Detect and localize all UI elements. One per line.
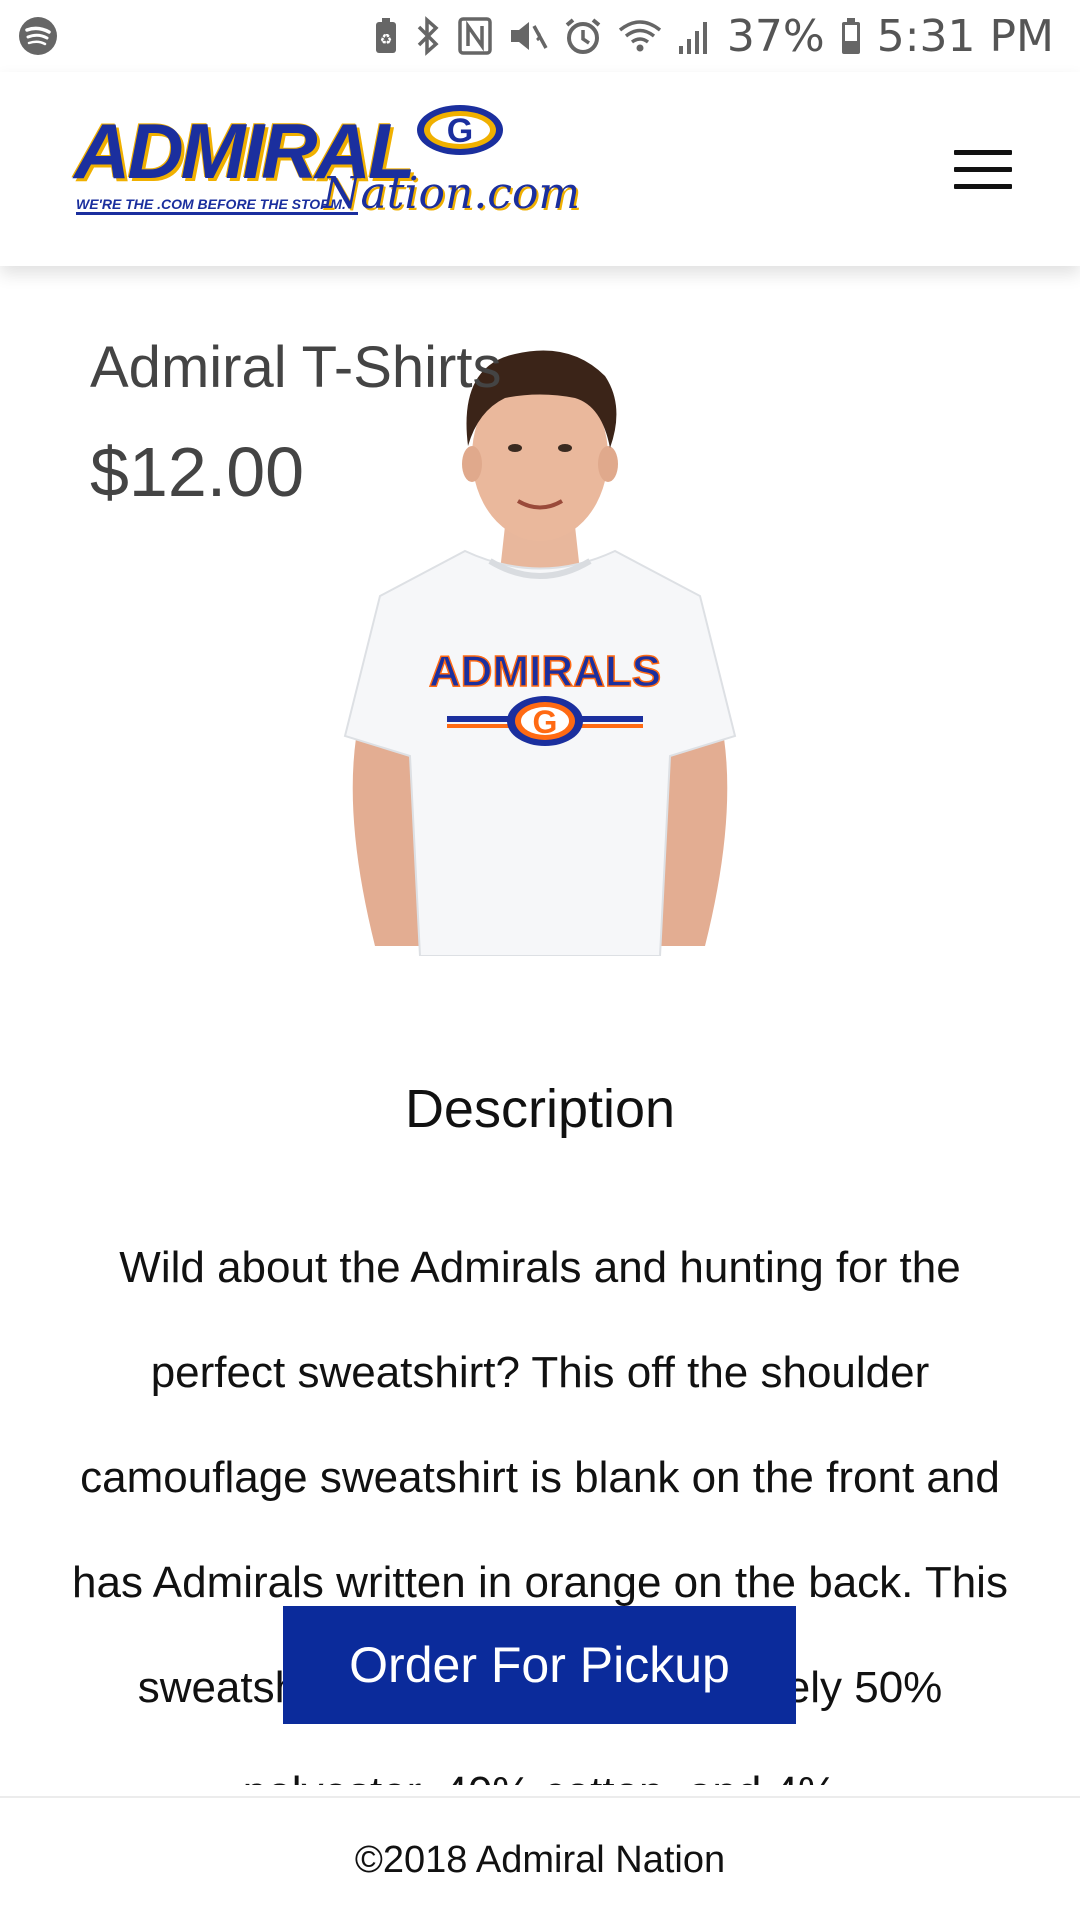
- battery-icon: [839, 16, 863, 56]
- alarm-icon: [563, 16, 603, 56]
- battery-percent: 37%: [726, 10, 825, 62]
- order-for-pickup-button[interactable]: Order For Pickup: [283, 1606, 796, 1724]
- status-bar: ♻ 37% 5:31 PM: [0, 0, 1080, 72]
- hamburger-menu-icon[interactable]: [954, 150, 1012, 190]
- description-heading: Description: [404, 1079, 676, 1139]
- clock-time: 5:31 PM: [876, 10, 1054, 62]
- logo-tagline: WE'RE THE .COM BEFORE THE STORM.: [76, 196, 358, 215]
- footer-copyright: ©2018 Admiral Nation: [0, 1796, 1080, 1922]
- spotify-icon: [18, 16, 58, 61]
- product-price: $12.00: [90, 433, 305, 511]
- vibrate-icon: [507, 16, 549, 56]
- logo-script-text: Nation.com: [322, 168, 581, 219]
- shirt-print-text: ADMIRALS: [429, 647, 661, 696]
- site-header: ADMIRAL WE'RE THE .COM BEFORE THE STORM.…: [0, 72, 1080, 266]
- product-title: Admiral T-Shirts: [90, 335, 502, 400]
- battery-saver-icon: ♻: [373, 17, 399, 55]
- product-photo: ADMIRALS G: [343, 350, 737, 956]
- wifi-icon: [617, 16, 663, 56]
- signal-icon: [677, 16, 713, 56]
- shirt-emblem-letter: G: [533, 704, 558, 740]
- svg-text:♻: ♻: [380, 32, 393, 48]
- nfc-icon: [457, 16, 493, 56]
- svg-text:G: G: [447, 112, 473, 150]
- admiral-nation-logo[interactable]: ADMIRAL WE'RE THE .COM BEFORE THE STORM.…: [74, 102, 580, 242]
- bluetooth-icon: [413, 16, 443, 56]
- g-emblem-icon: G: [417, 105, 503, 155]
